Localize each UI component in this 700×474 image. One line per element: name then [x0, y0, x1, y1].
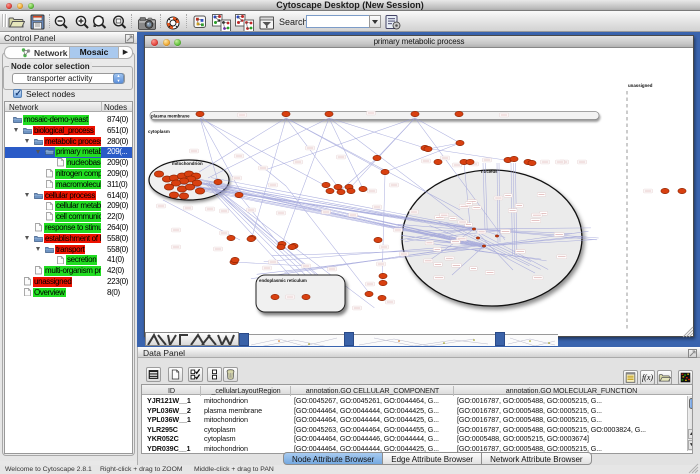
svg-text:mitochondrion: mitochondrion	[172, 161, 203, 166]
svg-text:plasma membrane: plasma membrane	[151, 114, 190, 119]
svg-text:unassigned: unassigned	[628, 83, 653, 88]
svg-text:cytoplasm: cytoplasm	[148, 129, 170, 134]
svg-text:endoplasmic reticulum: endoplasmic reticulum	[259, 278, 307, 283]
